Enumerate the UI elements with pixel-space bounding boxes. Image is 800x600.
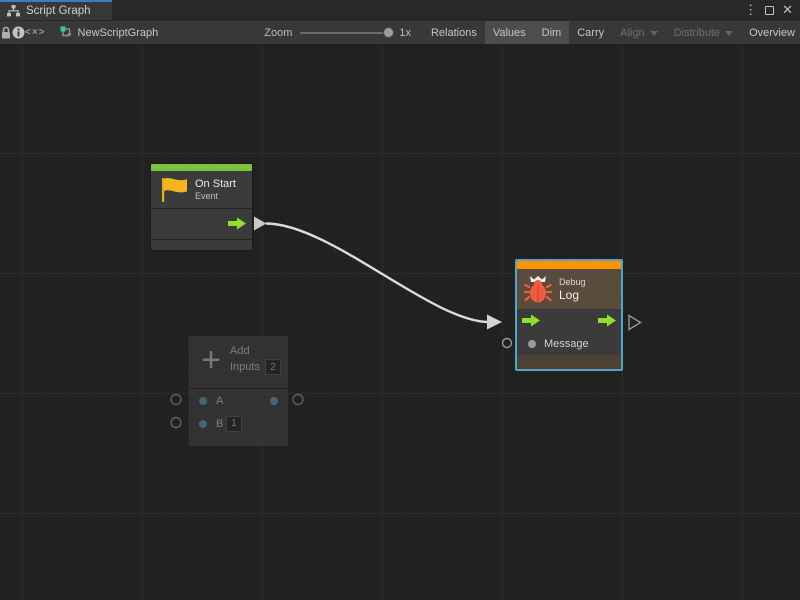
debug-message-row: Message bbox=[517, 333, 621, 355]
add-node-outer-ports bbox=[171, 395, 303, 428]
node-title: Log bbox=[559, 288, 586, 302]
add-input-a-port[interactable] bbox=[171, 395, 181, 405]
close-icon[interactable]: ✕ bbox=[782, 0, 793, 20]
tab-script-graph[interactable]: Script Graph bbox=[0, 0, 112, 20]
script-graph-asset-icon bbox=[60, 26, 73, 39]
zoom-value: 1x bbox=[399, 27, 411, 39]
lock-icon bbox=[0, 26, 12, 40]
node-on-start[interactable]: On Start Event bbox=[150, 163, 253, 251]
info-button[interactable] bbox=[12, 21, 25, 44]
debug-footer bbox=[517, 355, 621, 369]
toggle-dim[interactable]: Dim bbox=[534, 21, 570, 44]
message-dot-port[interactable] bbox=[528, 340, 536, 348]
code-preview-button[interactable]: <×> bbox=[25, 21, 46, 44]
distribute-label: Distribute bbox=[674, 27, 720, 39]
toggle-carry-label: Carry bbox=[577, 27, 604, 39]
node-debug-log[interactable]: Debug Log Message bbox=[515, 259, 623, 371]
zoom-slider-knob[interactable] bbox=[383, 27, 394, 38]
titlebar: Script Graph ⋮ ✕ bbox=[0, 0, 800, 20]
graph-name: NewScriptGraph bbox=[78, 27, 159, 39]
graph-tab-icon bbox=[7, 5, 20, 17]
message-label: Message bbox=[544, 338, 589, 350]
distribute-dropdown[interactable]: Distribute bbox=[666, 21, 741, 44]
window-menu-icon[interactable]: ⋮ bbox=[744, 0, 757, 20]
onstart-header: On Start Event bbox=[151, 171, 252, 208]
chevron-down-icon bbox=[725, 31, 733, 36]
lock-button[interactable] bbox=[0, 21, 12, 44]
toggle-carry[interactable]: Carry bbox=[569, 21, 612, 44]
add-output-port[interactable] bbox=[293, 395, 303, 405]
node-category: Debug bbox=[559, 276, 586, 288]
align-label: Align bbox=[620, 27, 644, 39]
node-subtitle: Event bbox=[195, 191, 236, 202]
debug-message-input-port[interactable] bbox=[503, 339, 512, 348]
code-icon: <×> bbox=[25, 27, 46, 38]
flow-connection[interactable] bbox=[266, 224, 489, 323]
debug-stripe bbox=[517, 261, 621, 269]
align-dropdown[interactable]: Align bbox=[612, 21, 665, 44]
flag-icon bbox=[159, 176, 189, 204]
add-input-b-port[interactable] bbox=[171, 418, 181, 428]
info-icon bbox=[12, 26, 25, 39]
overview-label: Overview bbox=[749, 27, 795, 39]
toggle-values[interactable]: Values bbox=[485, 21, 534, 44]
toolbar: <×> NewScriptGraph Zoom 1x Relations bbox=[0, 20, 800, 45]
bug-icon bbox=[524, 274, 552, 304]
onstart-flow-output-port[interactable] bbox=[254, 217, 267, 231]
connection-arrowhead-icon bbox=[487, 315, 502, 330]
debug-header: Debug Log bbox=[517, 269, 621, 309]
node-title: On Start bbox=[195, 178, 236, 191]
onstart-body bbox=[151, 209, 252, 239]
event-stripe bbox=[151, 164, 252, 171]
graph-canvas[interactable]: On Start Event bbox=[0, 45, 800, 600]
graph-breadcrumb[interactable]: NewScriptGraph bbox=[46, 26, 169, 39]
toolbar-toggles: Relations Values Dim Carry Align Distrib… bbox=[423, 21, 800, 44]
flow-arrow-icon[interactable] bbox=[598, 314, 616, 327]
toggle-values-label: Values bbox=[493, 27, 526, 39]
toggle-dim-label: Dim bbox=[542, 27, 562, 39]
chevron-down-icon bbox=[650, 31, 658, 36]
debug-flow-output-port[interactable] bbox=[629, 316, 641, 330]
toggle-relations-label: Relations bbox=[431, 27, 477, 39]
script-graph-window: Script Graph ⋮ ✕ <×> bbox=[0, 0, 800, 600]
debug-flow-row bbox=[517, 309, 621, 333]
maximize-icon[interactable] bbox=[765, 6, 774, 15]
connections-layer bbox=[0, 45, 800, 600]
overview-button[interactable]: Overview bbox=[741, 21, 800, 44]
zoom-slider[interactable] bbox=[300, 32, 392, 34]
flow-arrow-icon[interactable] bbox=[228, 217, 246, 230]
zoom-control: Zoom 1x bbox=[264, 27, 411, 39]
zoom-label: Zoom bbox=[264, 27, 292, 39]
onstart-footer bbox=[151, 240, 252, 250]
tab-title: Script Graph bbox=[26, 5, 91, 17]
flow-arrow-icon[interactable] bbox=[522, 314, 540, 327]
window-controls: ⋮ ✕ bbox=[744, 0, 800, 20]
toggle-relations[interactable]: Relations bbox=[423, 21, 485, 44]
